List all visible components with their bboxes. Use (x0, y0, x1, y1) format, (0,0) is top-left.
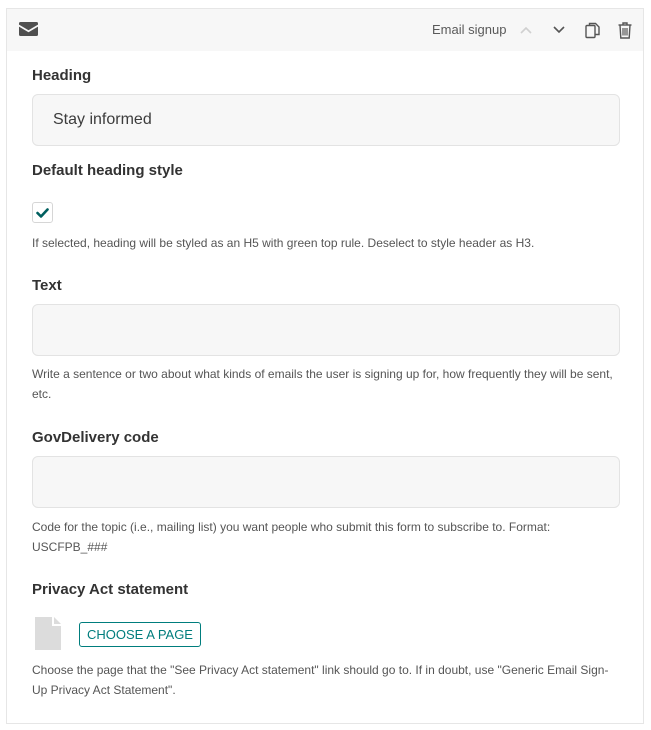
privacy-act-help: Choose the page that the "See Privacy Ac… (32, 663, 609, 697)
chevron-up-icon (520, 26, 532, 34)
mail-icon (19, 22, 38, 36)
default-heading-style-help: If selected, heading will be styled as a… (32, 236, 535, 250)
chevron-down-icon (553, 26, 565, 34)
move-up-button[interactable] (515, 19, 537, 41)
trash-icon (618, 21, 632, 39)
privacy-act-label: Privacy Act statement (32, 581, 189, 598)
default-heading-style-label: Default heading style (32, 162, 183, 179)
choose-page-button[interactable]: CHOOSE A PAGE (79, 622, 201, 647)
text-help: Write a sentence or two about what kinds… (32, 367, 613, 401)
text-label: Text (32, 277, 62, 294)
govdelivery-code-label: GovDelivery code (32, 429, 159, 446)
block-type-label: Email signup (432, 22, 507, 37)
checkmark-icon (36, 207, 49, 218)
text-input[interactable] (32, 304, 620, 356)
delete-button[interactable] (614, 19, 636, 41)
heading-label: Heading (32, 67, 92, 84)
duplicate-button[interactable] (581, 19, 603, 41)
govdelivery-code-help: Code for the topic (i.e., mailing list) … (32, 520, 551, 554)
default-heading-style-checkbox[interactable] (32, 202, 53, 223)
email-signup-block: Email signup Heading Stay informed Defau… (6, 8, 644, 724)
govdelivery-code-input[interactable] (32, 456, 620, 508)
document-icon (35, 617, 61, 650)
move-down-button[interactable] (548, 19, 570, 41)
heading-input[interactable] (32, 94, 620, 146)
block-header: Email signup (7, 9, 643, 51)
copy-icon (584, 22, 600, 38)
